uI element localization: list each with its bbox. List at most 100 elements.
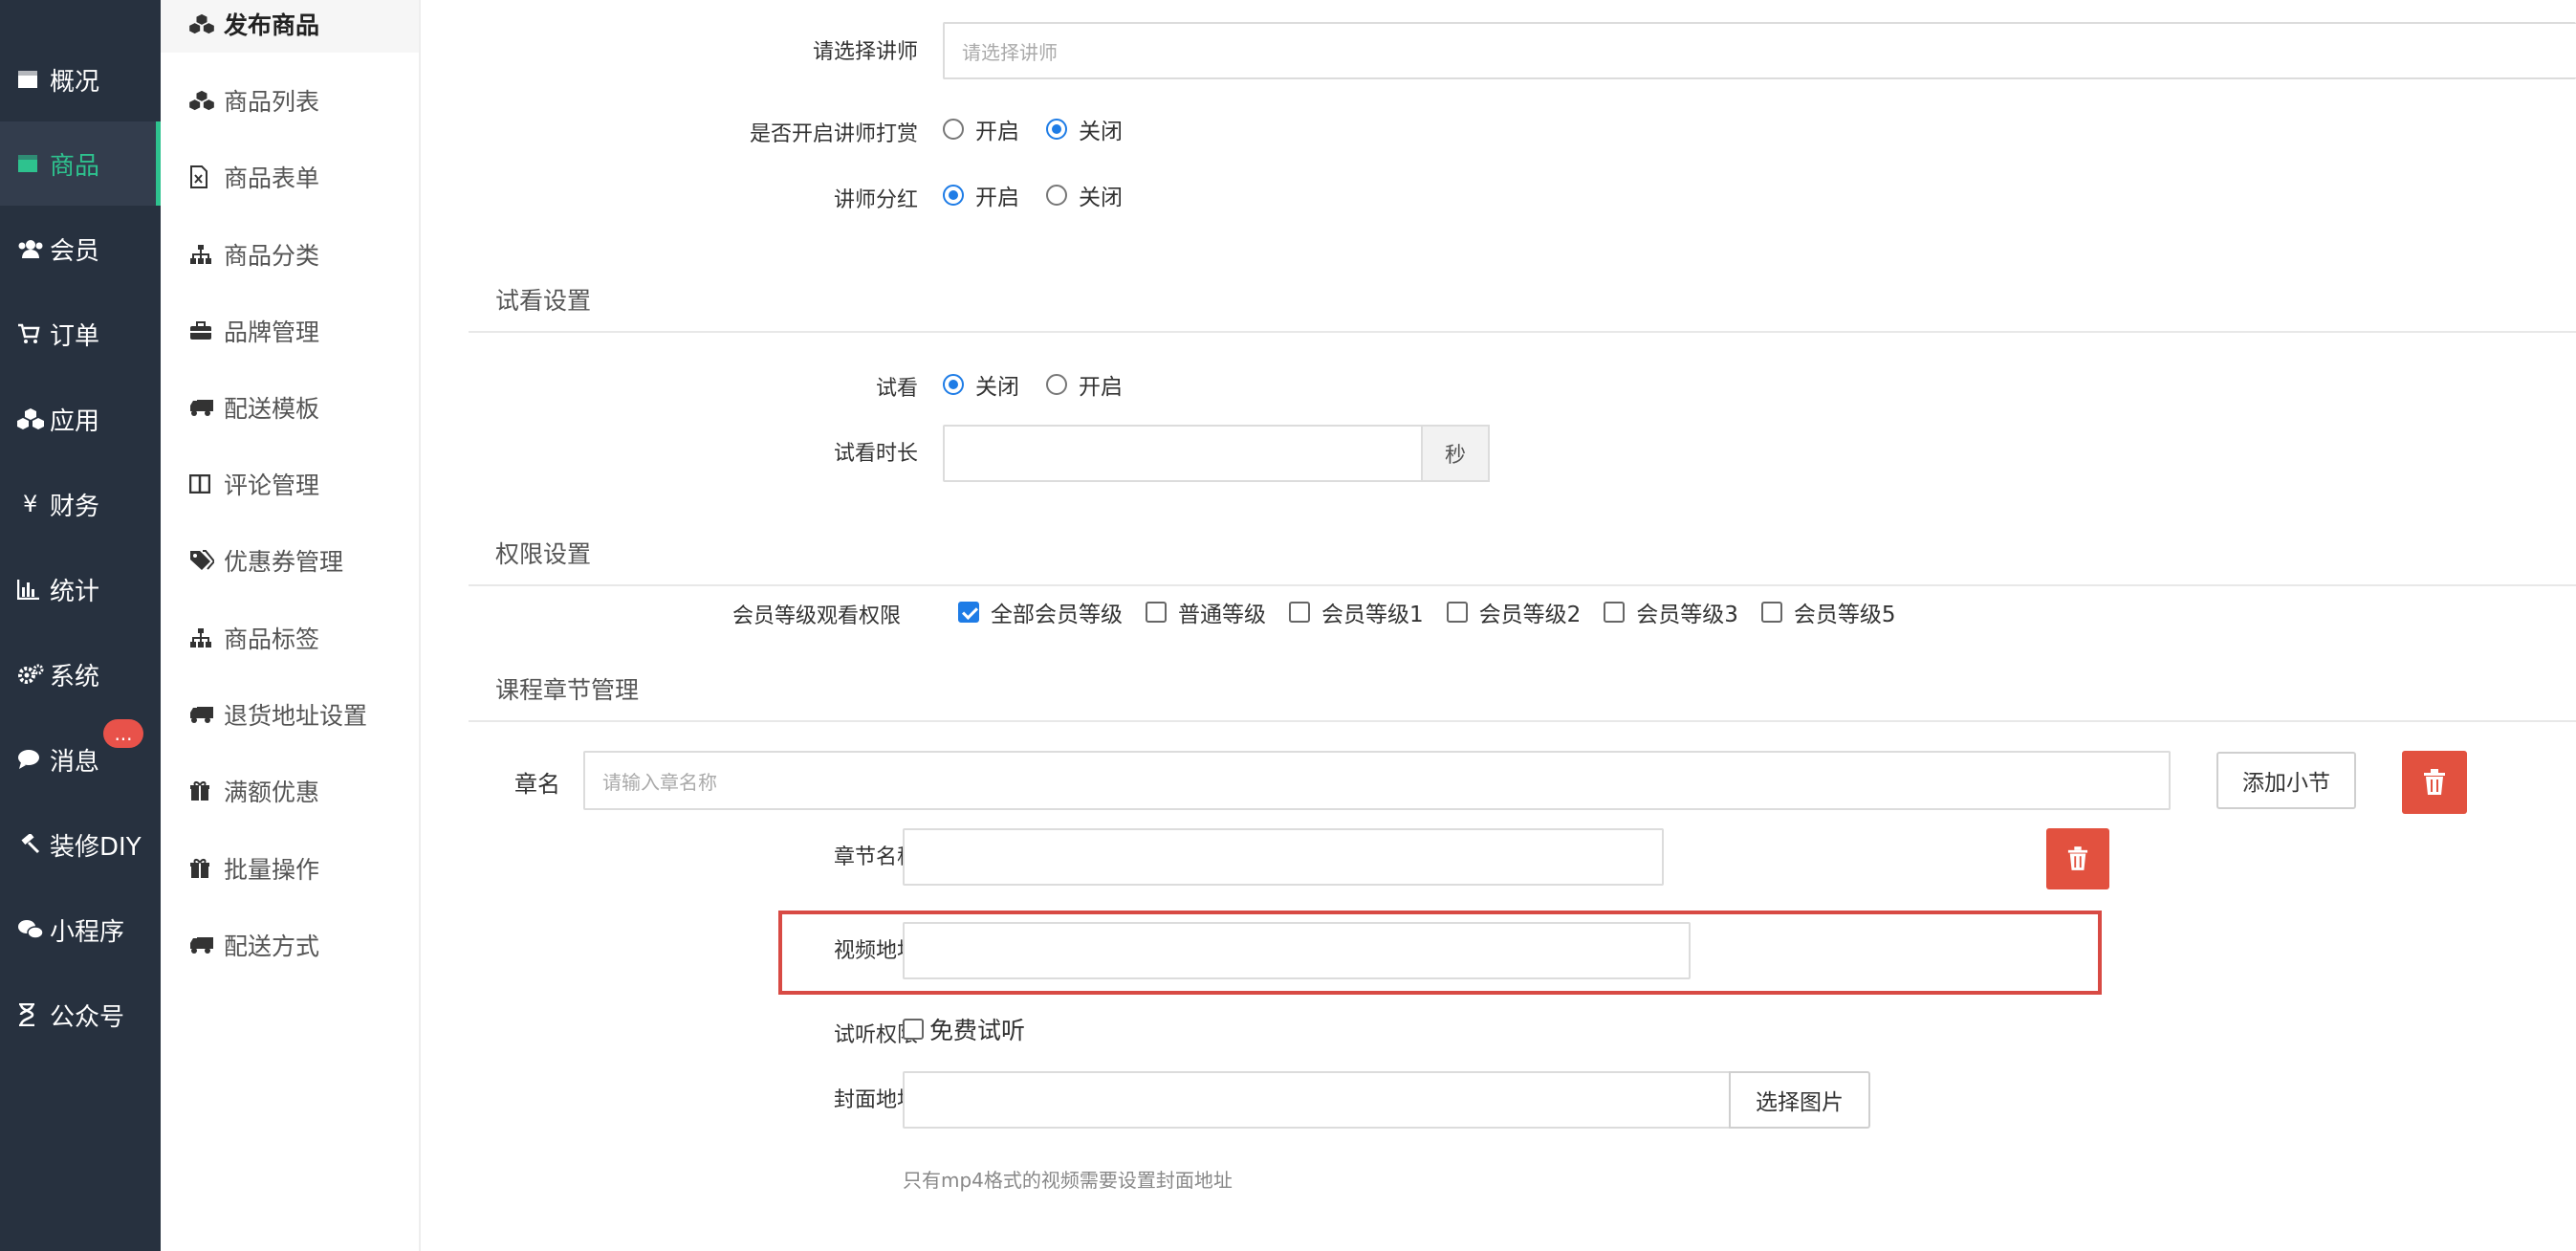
- subnav-label: 配送方式: [224, 933, 320, 960]
- cover-label: 封面地址: [833, 1088, 918, 1112]
- member-level-5-checkbox[interactable]: [1760, 602, 1782, 623]
- reward-on-option[interactable]: 开启: [943, 113, 1019, 145]
- gavel-icon: [17, 834, 50, 855]
- reward-radio-group: 开启 关闭: [943, 113, 1149, 145]
- reward-label: 是否开启讲师打赏: [749, 122, 918, 146]
- nav-members[interactable]: 会员: [0, 207, 161, 291]
- trial-off-option[interactable]: 关闭: [943, 368, 1019, 401]
- delete-chapter-button[interactable]: [2402, 751, 2467, 814]
- nav-label: 公众号: [50, 1002, 125, 1032]
- subnav-delivery-template[interactable]: 配送模板: [161, 379, 419, 436]
- app: 概况 商品 会员 订单 应用 ¥ 财务 统计 系统 消息 ... 装修DIY 小…: [0, 0, 2576, 1251]
- nav-apps[interactable]: 应用: [0, 377, 161, 461]
- trial-on-radio[interactable]: [1046, 374, 1067, 395]
- nav-dashboard[interactable]: 概况: [0, 37, 161, 121]
- subnav-goods-list[interactable]: 商品列表: [161, 72, 419, 129]
- subnav-label: 发布商品: [224, 11, 320, 39]
- member-level-normal-option[interactable]: 普通等级: [1146, 596, 1266, 628]
- nav-statistics[interactable]: 统计: [0, 547, 161, 631]
- trial-on-option[interactable]: 开启: [1046, 368, 1123, 401]
- nav-goods[interactable]: 商品: [0, 121, 161, 206]
- subnav-label: 满额优惠: [224, 779, 320, 806]
- briefcase-icon: [189, 321, 224, 340]
- subnav-label: 优惠券管理: [224, 548, 344, 576]
- nav-decoration-diy[interactable]: 装修DIY: [0, 802, 161, 887]
- dividend-on-option[interactable]: 开启: [943, 179, 1019, 211]
- nav-system[interactable]: 系统: [0, 632, 161, 716]
- reward-off-option[interactable]: 关闭: [1046, 113, 1123, 145]
- nav-mini-program[interactable]: 小程序: [0, 888, 161, 972]
- trial-label: 试看: [875, 377, 918, 401]
- dividend-off-radio[interactable]: [1046, 185, 1067, 206]
- member-level-normal-checkbox[interactable]: [1146, 602, 1167, 623]
- free-audition-checkbox[interactable]: [903, 1019, 924, 1040]
- member-level-all-option[interactable]: 全部会员等级: [958, 596, 1123, 628]
- subnav-label: 商品表单: [224, 165, 320, 192]
- subnav-goods-category[interactable]: 商品分类: [161, 226, 419, 283]
- choose-image-button[interactable]: 选择图片: [1729, 1071, 1870, 1129]
- subnav-goods-tags[interactable]: 商品标签: [161, 609, 419, 667]
- subnav-label: 商品列表: [224, 88, 320, 116]
- section-name-input[interactable]: [903, 828, 1664, 886]
- reward-off-radio[interactable]: [1046, 119, 1067, 140]
- chat-icon: [17, 749, 50, 770]
- columns-icon: [189, 474, 224, 494]
- audition-label: 试听权限: [833, 1023, 918, 1047]
- nav-label: 订单: [50, 321, 100, 351]
- member-level-1-checkbox[interactable]: [1289, 602, 1310, 623]
- video-url-input[interactable]: [903, 922, 1691, 979]
- member-level-2-option[interactable]: 会员等级2: [1446, 596, 1581, 628]
- member-level-5-option[interactable]: 会员等级5: [1760, 596, 1896, 628]
- subnav-label: 批量操作: [224, 856, 320, 884]
- nav-label: 系统: [50, 662, 100, 691]
- trial-divider: [469, 331, 2576, 333]
- subnav-return-address[interactable]: 退货地址设置: [161, 686, 419, 743]
- trial-off-radio[interactable]: [943, 374, 964, 395]
- dividend-label: 讲师分红: [833, 188, 918, 212]
- gift-icon: [189, 858, 224, 879]
- subnav-label: 配送模板: [224, 395, 320, 423]
- dividend-on-radio[interactable]: [943, 185, 964, 206]
- subnav-full-discount[interactable]: 满额优惠: [161, 762, 419, 820]
- nav-label: 财务: [50, 492, 100, 521]
- cover-url-input[interactable]: [903, 1071, 1733, 1129]
- nav-finance[interactable]: ¥ 财务: [0, 462, 161, 546]
- excel-file-icon: [189, 165, 224, 188]
- delete-section-button[interactable]: [2046, 828, 2109, 889]
- subnav-delivery-method[interactable]: 配送方式: [161, 916, 419, 974]
- message-badge: ...: [103, 719, 143, 748]
- nav-orders[interactable]: 订单: [0, 292, 161, 376]
- free-audition-option[interactable]: 免费试听: [903, 1012, 1025, 1046]
- trial-section-title: 试看设置: [495, 287, 592, 315]
- nav-label: 消息: [50, 747, 100, 777]
- member-level-2-checkbox[interactable]: [1446, 602, 1468, 623]
- reward-on-radio[interactable]: [943, 119, 964, 140]
- sitemap-icon: [189, 244, 224, 265]
- nav-official-account[interactable]: 公众号: [0, 973, 161, 1057]
- member-level-3-option[interactable]: 会员等级3: [1604, 596, 1738, 628]
- nav-label: 小程序: [50, 917, 125, 947]
- lecturer-select[interactable]: 请选择讲师: [943, 22, 2576, 79]
- add-section-button[interactable]: 添加小节: [2216, 752, 2356, 809]
- chapter-section-title: 课程章节管理: [495, 676, 640, 704]
- member-level-all-checkbox[interactable]: [958, 602, 979, 623]
- subnav-goods-form[interactable]: 商品表单: [161, 148, 419, 206]
- member-level-3-checkbox[interactable]: [1604, 602, 1626, 623]
- dividend-off-option[interactable]: 关闭: [1046, 179, 1123, 211]
- sitemap-icon: [189, 627, 224, 648]
- chapter-name-input[interactable]: 请输入章名称: [583, 751, 2171, 810]
- secondary-sidebar: 发布商品 商品列表 商品表单 商品分类 品牌管理 配送模板 评论管理 优惠券管理…: [161, 0, 421, 1251]
- permission-divider: [469, 584, 2576, 586]
- yen-icon: ¥: [23, 491, 38, 517]
- subnav-coupon-management[interactable]: 优惠券管理: [161, 532, 419, 589]
- trial-duration-input[interactable]: [943, 425, 1425, 482]
- subnav-publish-goods[interactable]: 发布商品: [161, 0, 419, 53]
- subnav-brand-management[interactable]: 品牌管理: [161, 302, 419, 360]
- member-level-1-option[interactable]: 会员等级1: [1289, 596, 1424, 628]
- nav-label: 统计: [50, 577, 100, 606]
- subnav-batch-operation[interactable]: 批量操作: [161, 840, 419, 897]
- section-name-label: 章节名称: [833, 845, 918, 869]
- main-form: 请选择讲师 请选择讲师 是否开启讲师打赏 开启 关闭 讲师分红 开启 关闭 试看…: [423, 0, 2576, 1251]
- subnav-label: 品牌管理: [224, 318, 320, 346]
- subnav-comment-management[interactable]: 评论管理: [161, 455, 419, 513]
